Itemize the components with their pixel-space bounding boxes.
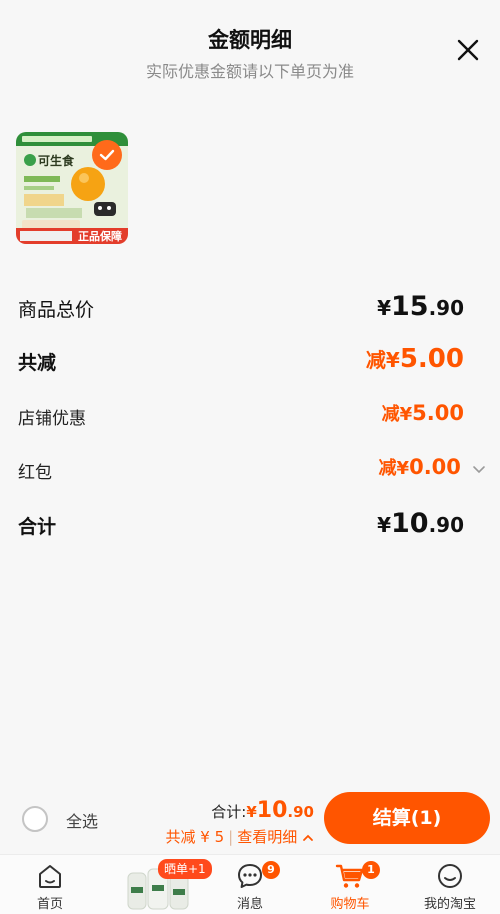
cart-badge: 1 bbox=[362, 861, 380, 879]
selected-check-icon[interactable] bbox=[92, 140, 122, 170]
svg-text:正品保障: 正品保障 bbox=[78, 229, 122, 243]
select-all-checkbox[interactable] bbox=[22, 806, 48, 832]
total-label: 合计 bbox=[18, 516, 57, 538]
shop-discount-value: 减¥5.00 bbox=[381, 401, 464, 425]
total-row: 合计 ¥10.90 bbox=[0, 504, 500, 544]
tab-profile-label: 我的淘宝 bbox=[423, 897, 476, 912]
tab-cart[interactable]: 1 购物车 bbox=[300, 855, 400, 914]
subtotal-label: 商品总价 bbox=[18, 299, 95, 321]
shop-discount-label: 店铺优惠 bbox=[18, 409, 86, 429]
tab-bar: 首页 晒单+1 9 消息 1 购物车 我的淘宝 bbox=[0, 854, 500, 914]
cart-icon bbox=[335, 864, 364, 888]
page-title: 金额明细 bbox=[208, 28, 292, 52]
chevron-down-icon bbox=[473, 465, 485, 473]
page-subtitle: 实际优惠金额请以下单页为准 bbox=[145, 62, 354, 81]
total-discount-row: 共减 减¥5.00 bbox=[0, 340, 500, 380]
checkout-bar: 全选 合计:¥10.90 共减 ¥ 5 | 查看明细 结算(1) bbox=[0, 786, 500, 852]
chevron-up-icon bbox=[303, 834, 313, 841]
close-button[interactable] bbox=[454, 36, 482, 64]
tab-promo[interactable]: 晒单+1 bbox=[100, 855, 212, 914]
sheet-header: 金额明细 实际优惠金额请以下单页为准 bbox=[0, 0, 500, 95]
close-icon bbox=[457, 39, 479, 61]
red-packet-value[interactable]: 减¥0.00 bbox=[379, 454, 486, 480]
subtotal-value: ¥15.90 bbox=[377, 291, 464, 322]
total-value: ¥10.90 bbox=[377, 508, 464, 539]
tab-cart-label: 购物车 bbox=[330, 897, 370, 912]
bar-total: 合计:¥10.90 bbox=[211, 798, 314, 823]
tab-home-label: 首页 bbox=[36, 897, 63, 912]
checkout-button[interactable]: 结算(1) bbox=[324, 792, 490, 844]
view-detail-link[interactable]: 查看明细 bbox=[237, 828, 297, 846]
tab-profile[interactable]: 我的淘宝 bbox=[400, 855, 500, 914]
message-icon bbox=[238, 864, 262, 888]
svg-text:可生食: 可生食 bbox=[38, 153, 75, 168]
tab-home[interactable]: 首页 bbox=[0, 855, 100, 914]
home-icon bbox=[39, 865, 61, 888]
total-discount-label: 共减 bbox=[18, 352, 57, 374]
profile-icon bbox=[438, 864, 462, 888]
total-discount-value: 减¥5.00 bbox=[365, 344, 464, 374]
shop-discount-row: 店铺优惠 减¥5.00 bbox=[0, 396, 500, 436]
tab-messages-label: 消息 bbox=[236, 897, 263, 912]
bar-discount-text: 共减 ¥ 5 bbox=[165, 828, 225, 846]
bar-discount-line[interactable]: 共减 ¥ 5 | 查看明细 bbox=[166, 826, 314, 847]
subtotal-row: 商品总价 ¥15.90 bbox=[0, 287, 500, 327]
red-packet-label: 红包 bbox=[18, 463, 52, 483]
red-packet-row[interactable]: 红包 减¥0.00 bbox=[0, 450, 500, 490]
select-all-label[interactable]: 全选 bbox=[66, 808, 98, 832]
tab-messages[interactable]: 9 消息 bbox=[200, 855, 300, 914]
amount-detail-page: 金额明细 实际优惠金额请以下单页为准 可生食 正品保障 商品总价 ¥15.90 … bbox=[0, 0, 500, 914]
messages-badge: 9 bbox=[262, 861, 280, 879]
